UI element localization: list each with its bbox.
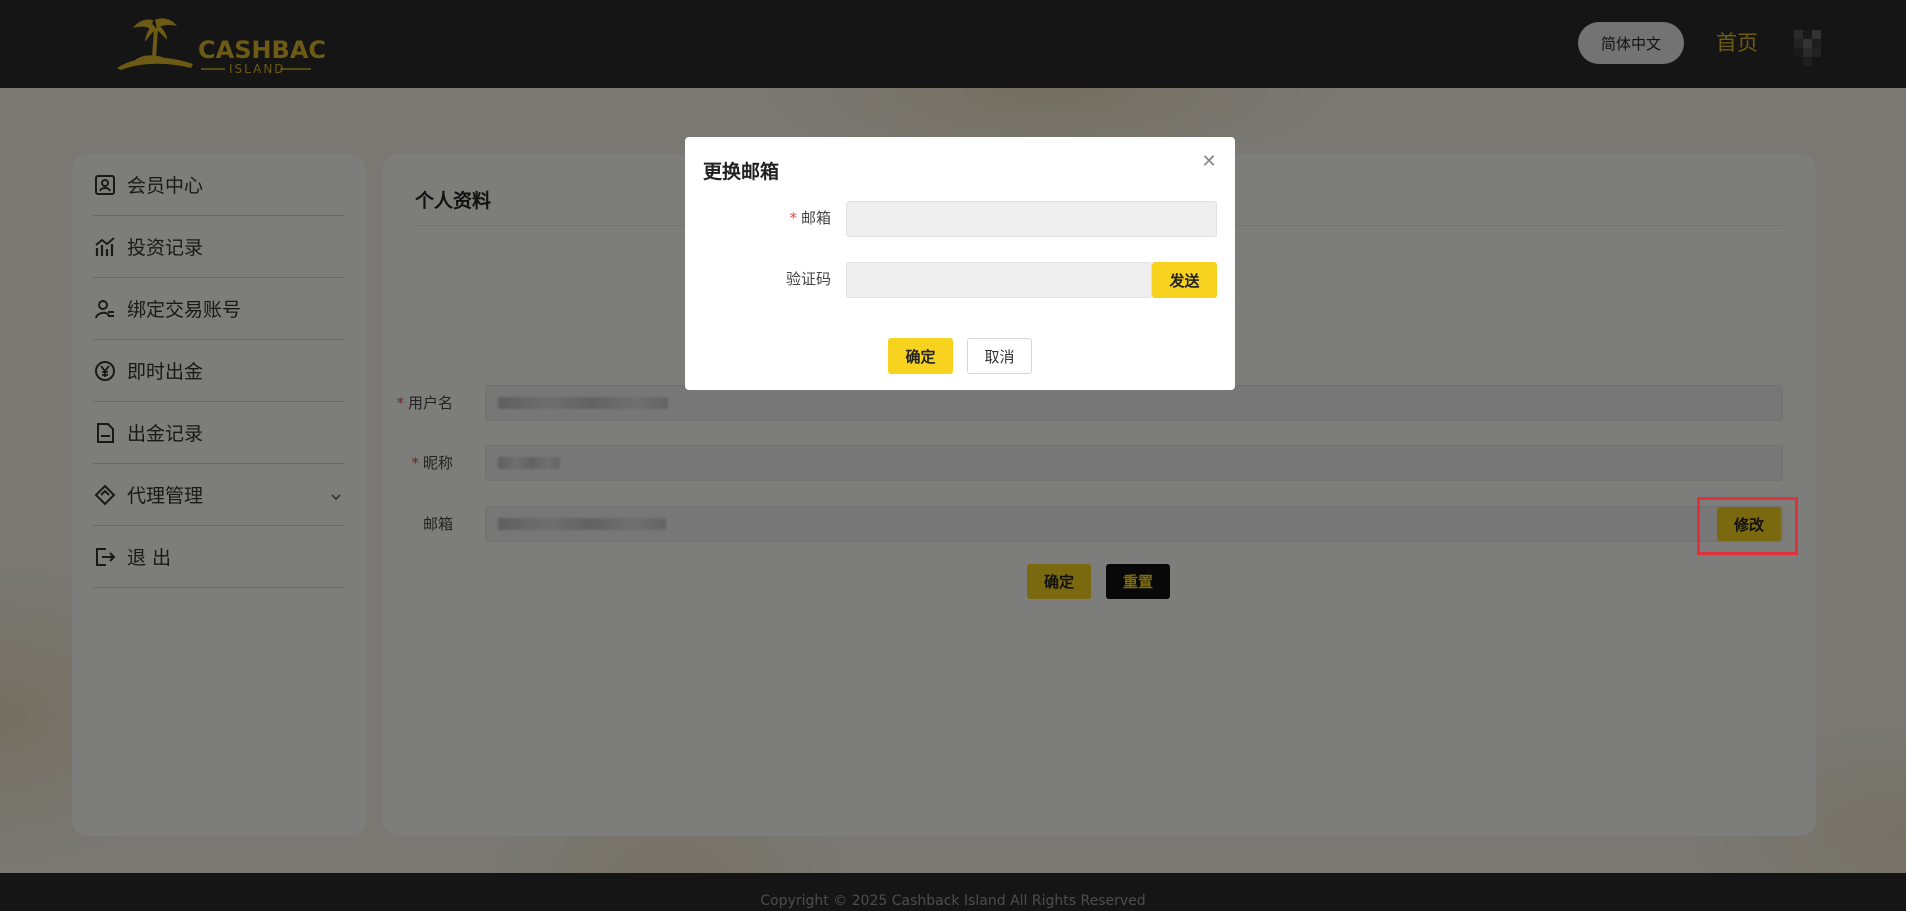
dialog-title: 更换邮箱 (703, 161, 780, 183)
dialog-confirm-button[interactable]: 确定 (888, 338, 953, 374)
send-code-button[interactable]: 发送 (1152, 262, 1217, 298)
dialog-cancel-button[interactable]: 取消 (967, 338, 1032, 374)
highlight-box (1697, 497, 1798, 555)
new-email-label: * 邮箱 (789, 209, 831, 227)
change-email-dialog: 更换邮箱 ✕ * 邮箱 验证码 发送 确定 取消 (685, 137, 1235, 390)
verification-code-input[interactable] (846, 262, 1152, 298)
close-icon[interactable]: ✕ (1200, 153, 1218, 171)
new-email-input[interactable] (846, 201, 1217, 237)
verification-code-label: 验证码 (785, 270, 831, 288)
